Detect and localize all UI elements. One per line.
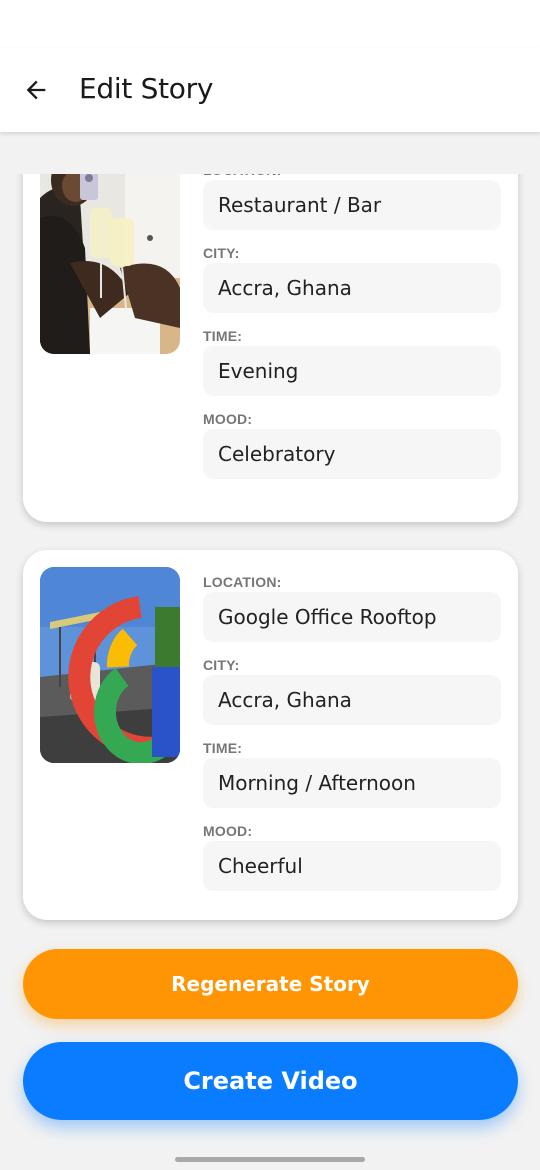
time-label: TIME: (203, 740, 243, 756)
arrow-left-icon (26, 80, 46, 100)
home-indicator (175, 1157, 365, 1162)
rooftop-photo-image (40, 567, 180, 763)
location-label: LOCATION: (203, 574, 282, 590)
scroll-fade (10, 132, 530, 174)
location-field[interactable]: Restaurant / Bar (203, 180, 501, 230)
time-field[interactable]: Evening (203, 346, 501, 396)
back-button[interactable] (14, 68, 58, 112)
story-fields: LOCATION: Restaurant / Bar CITY: Accra, … (203, 160, 501, 492)
mood-label: MOOD: (203, 411, 253, 427)
story-card: LOCATION: Restaurant / Bar CITY: Accra, … (23, 132, 518, 522)
story-card: LOCATION: Google Office Rooftop CITY: Ac… (23, 550, 518, 920)
city-label: CITY: (203, 245, 240, 261)
celebration-photo-image (40, 158, 180, 354)
city-label: CITY: (203, 657, 240, 673)
page-title: Edit Story (79, 72, 214, 105)
time-label: TIME: (203, 328, 243, 344)
regenerate-story-button[interactable]: Regenerate Story (23, 949, 518, 1019)
status-bar (0, 0, 540, 48)
story-photo[interactable] (40, 158, 180, 354)
app-bar: Edit Story (0, 48, 540, 132)
mood-field[interactable]: Celebratory (203, 429, 501, 479)
time-field[interactable]: Morning / Afternoon (203, 758, 501, 808)
mood-field[interactable]: Cheerful (203, 841, 501, 891)
city-field[interactable]: Accra, Ghana (203, 263, 501, 313)
create-video-button[interactable]: Create Video (23, 1042, 518, 1120)
location-field[interactable]: Google Office Rooftop (203, 592, 501, 642)
city-field[interactable]: Accra, Ghana (203, 675, 501, 725)
mood-label: MOOD: (203, 823, 253, 839)
story-list[interactable]: LOCATION: Restaurant / Bar CITY: Accra, … (0, 132, 540, 1170)
story-fields: LOCATION: Google Office Rooftop CITY: Ac… (203, 572, 501, 904)
story-photo[interactable] (40, 567, 180, 763)
